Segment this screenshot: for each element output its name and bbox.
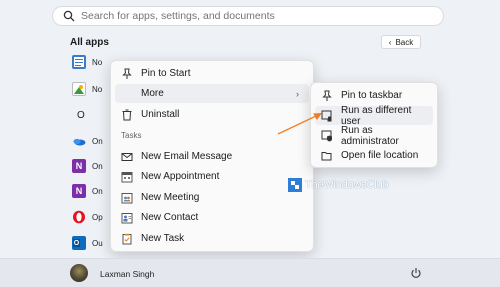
app-list-item[interactable]: O Ou — [72, 235, 112, 251]
menu-item-label: Pin to Start — [141, 68, 191, 79]
contact-icon — [121, 212, 133, 223]
submenu-item-open-file-location[interactable]: Open file location — [315, 146, 433, 165]
menu-item-label: New Task — [141, 233, 185, 244]
app-list-item[interactable]: No — [72, 54, 112, 70]
app-list-item[interactable]: No — [72, 81, 112, 97]
app-list-item[interactable]: N On — [72, 183, 112, 199]
watermark-text: TheWindowsClub — [305, 179, 389, 191]
search-input[interactable] — [81, 10, 421, 22]
meeting-icon — [121, 192, 133, 203]
onedrive-icon — [73, 138, 86, 146]
watermark: TheWindowsClub — [288, 178, 389, 192]
back-button[interactable]: ‹ Back — [381, 35, 421, 49]
menu-item-label: Run as different user — [341, 104, 412, 127]
app-label: On — [92, 186, 103, 196]
app-list-item[interactable]: N On — [72, 158, 112, 174]
menu-item-label: More — [141, 88, 164, 99]
menu-item-label: Pin to taskbar — [341, 90, 403, 101]
menu-item-label: New Email Message — [141, 151, 233, 162]
app-label: No — [92, 84, 103, 94]
menu-item-label: New Appointment — [141, 171, 220, 182]
menu-item-label: New Contact — [141, 212, 199, 223]
menu-item-new-contact[interactable]: New Contact — [115, 208, 309, 227]
folder-icon — [321, 151, 332, 160]
submenu-item-run-as-administrator[interactable]: Run as administrator — [315, 124, 433, 147]
app-label: Ou — [92, 238, 103, 248]
app-label: No — [92, 57, 103, 67]
opera-icon — [73, 210, 85, 224]
windowsclub-logo-icon — [288, 178, 302, 192]
menu-item-new-appointment[interactable]: New Appointment — [115, 167, 309, 186]
photo-app-icon — [72, 82, 86, 96]
calendar-icon — [121, 171, 133, 182]
app-list-item[interactable]: On — [72, 133, 112, 149]
notepad-icon — [72, 55, 86, 69]
context-menu: Pin to Start More › Uninstall Tasks New … — [110, 60, 314, 252]
menu-item-more[interactable]: More › — [115, 84, 309, 103]
menu-item-label: Open file location — [341, 150, 419, 161]
trash-icon — [122, 109, 132, 120]
app-label: On — [92, 136, 103, 146]
pin-icon — [122, 68, 132, 79]
search-box[interactable] — [52, 6, 444, 26]
app-letter-header: O — [77, 109, 85, 121]
submenu-item-run-as-different-user[interactable]: Run as different user — [315, 104, 433, 127]
search-icon — [63, 10, 75, 22]
more-submenu: Pin to taskbar Run as different user Run… — [310, 82, 438, 168]
avatar[interactable] — [70, 264, 88, 282]
back-label: Back — [395, 37, 414, 47]
menu-item-pin-to-start[interactable]: Pin to Start — [115, 64, 309, 83]
annotation-arrow — [277, 113, 322, 135]
onenote-icon: N — [72, 159, 86, 173]
menu-item-label: Uninstall — [141, 109, 180, 120]
task-icon — [122, 233, 132, 244]
app-list-item[interactable]: Op — [72, 209, 112, 225]
app-list-item[interactable]: O — [72, 107, 112, 123]
onenote-icon: N — [72, 184, 86, 198]
chevron-left-icon: ‹ — [388, 37, 392, 47]
app-label: Op — [92, 212, 103, 222]
menu-item-new-task[interactable]: New Task — [115, 229, 309, 248]
menu-item-label: Run as administrator — [341, 124, 399, 147]
outlook-icon: O — [72, 236, 86, 250]
app-label: On — [92, 161, 103, 171]
menu-item-new-meeting[interactable]: New Meeting — [115, 188, 309, 207]
submenu-item-pin-to-taskbar[interactable]: Pin to taskbar — [315, 86, 433, 105]
chevron-right-icon: › — [296, 88, 299, 99]
menu-item-label: New Meeting — [141, 192, 200, 203]
power-icon[interactable] — [410, 267, 422, 279]
tasks-section-label: Tasks — [121, 131, 142, 140]
all-apps-heading: All apps — [70, 37, 109, 48]
user-name[interactable]: Laxman Singh — [100, 269, 154, 279]
email-icon — [121, 152, 133, 161]
menu-item-new-email[interactable]: New Email Message — [115, 147, 309, 166]
pin-icon — [322, 90, 332, 101]
